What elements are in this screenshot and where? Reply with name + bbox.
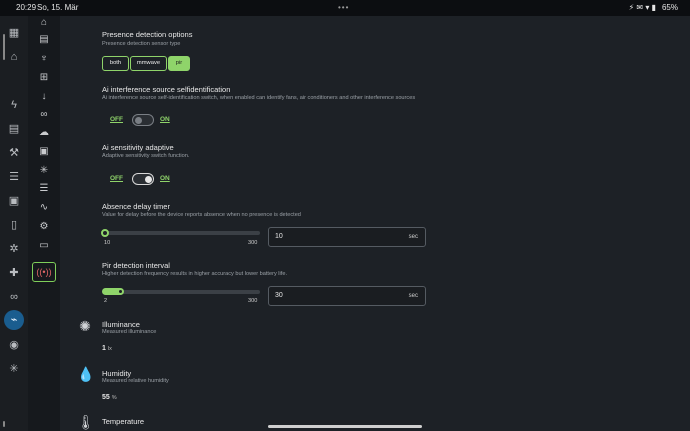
wave-icon[interactable]: ∿: [37, 201, 51, 215]
cogs-icon[interactable]: ⚙: [37, 220, 51, 234]
ai-sensitivity-off-label[interactable]: OFF: [110, 175, 123, 182]
pir-slider-track[interactable]: [104, 290, 260, 294]
thermometer-icon: 🌡: [77, 414, 95, 430]
app-rail: ▦ ⌂ ϟ ▤ ⚒ ☰ ▣ ▯ ✲ ✚ ∞ ⌁ ◉ ✳: [0, 16, 28, 431]
ai-selfid-on-label[interactable]: ON: [160, 116, 170, 123]
battery-level: 65%: [661, 3, 678, 12]
temperature-title: Temperature: [102, 417, 145, 426]
humidity-title: Humidity: [102, 369, 132, 378]
pir-value: 30: [275, 292, 283, 299]
plug-icon[interactable]: ♆: [37, 52, 51, 66]
rail-scroll-indicator: [3, 34, 5, 60]
device-home-icon[interactable]: ⌂: [37, 16, 51, 30]
ai-sensitivity-title: Ai sensitivity adaptive: [102, 143, 174, 152]
hub-icon[interactable]: ✲: [7, 242, 21, 256]
list-icon[interactable]: ☰: [37, 182, 51, 196]
toggle-knob: [135, 117, 142, 124]
pir-max: 300: [248, 298, 258, 304]
toggle-knob: [145, 176, 152, 183]
device-icon[interactable]: ▯: [7, 218, 21, 232]
panel-icon[interactable]: ▤: [37, 33, 51, 47]
ai-sensitivity-toggle[interactable]: [132, 173, 154, 185]
ai-selfid-toggle[interactable]: [132, 114, 154, 126]
network-icon[interactable]: ✳: [7, 362, 21, 376]
link-icon[interactable]: ∞: [37, 108, 51, 122]
status-dots: •••: [338, 3, 350, 12]
radio-tower-icon[interactable]: ((•)): [32, 262, 56, 282]
pir-input[interactable]: 30 sec: [268, 286, 426, 306]
status-bar: 20:29 So, 15. Mär ••• ⚡ ✉ ▾ ▮ 65%: [0, 0, 690, 16]
chart-icon[interactable]: ▤: [7, 122, 21, 136]
humidity-unit: %: [111, 395, 117, 401]
illuminance-desc: Measured illuminance: [102, 329, 157, 335]
humidity-reading: 55 %: [102, 394, 117, 401]
absence-min: 10: [104, 240, 111, 246]
presence-title: Presence detection options: [102, 30, 193, 39]
ai-selfid-off-label[interactable]: OFF: [110, 116, 123, 123]
home-gesture-bar[interactable]: [268, 425, 422, 428]
absence-input[interactable]: 10 sec: [268, 227, 426, 247]
pir-min: 2: [104, 298, 108, 304]
illuminance-value: 1: [102, 345, 106, 352]
system-icons: ⚡ ✉ ▾ ▮: [628, 3, 656, 12]
rail-bottom-indicator: [3, 421, 5, 427]
esphome-icon[interactable]: ⌁: [4, 310, 24, 330]
option-pir[interactable]: pir: [168, 56, 190, 71]
ai-selfid-title: Ai interference source selfidentificatio…: [102, 85, 231, 94]
home-icon[interactable]: ⌂: [7, 50, 21, 64]
wrench-icon[interactable]: ⚒: [7, 146, 21, 160]
status-indicators: ⚡ ✉ ▾ ▮ 65%: [629, 3, 678, 12]
sun-gear-icon: ✺: [79, 318, 91, 334]
humidity-desc: Measured relative humidity: [102, 378, 169, 384]
absence-unit: sec: [408, 234, 418, 240]
clock: 20:29: [16, 3, 37, 12]
date: So, 15. Mär: [37, 3, 79, 12]
illuminance-unit: lx: [107, 346, 112, 352]
link-icon[interactable]: ∞: [7, 290, 21, 304]
absence-desc: Value for delay before the device report…: [102, 212, 301, 218]
absence-value: 10: [275, 233, 283, 240]
humidity-value: 55: [102, 394, 110, 401]
puzzle-icon[interactable]: ✚: [7, 266, 21, 280]
list-icon[interactable]: ☰: [7, 170, 21, 184]
illuminance-reading: 1 lx: [102, 345, 112, 352]
pir-desc: Higher detection frequency results in hi…: [102, 271, 287, 277]
pir-title: Pir detection interval: [102, 261, 170, 270]
monitor-icon[interactable]: ▭: [37, 239, 51, 253]
pir-slider-thumb[interactable]: [116, 288, 124, 295]
ai-sensitivity-on-label[interactable]: ON: [160, 175, 170, 182]
grid-icon[interactable]: ⊞: [37, 71, 51, 85]
bolt-icon[interactable]: ϟ: [7, 98, 21, 112]
option-both[interactable]: both: [102, 56, 129, 71]
android-icon[interactable]: ▣: [37, 145, 51, 159]
option-mmwave[interactable]: mmwave: [130, 56, 167, 71]
device-sidenav: ⌂ ▤ ♆ ⊞ ↓ ∞ ☁ ▣ ✳ ☰ ∿ ⚙ ▭ ((•)): [28, 16, 60, 431]
cloud-icon[interactable]: ☁: [37, 126, 51, 140]
illuminance-title: Illuminance: [102, 320, 140, 329]
sparkle-icon[interactable]: ✳: [37, 164, 51, 178]
ai-sensitivity-desc: Adaptive sensitivity switch function.: [102, 153, 190, 159]
absence-slider-track[interactable]: [104, 231, 260, 235]
main-content: Presence detection options Presence dete…: [60, 16, 690, 431]
absence-title: Absence delay timer: [102, 202, 170, 211]
pir-unit: sec: [408, 293, 418, 299]
dashboard-icon[interactable]: ▦: [7, 26, 21, 40]
absence-slider-thumb[interactable]: [101, 229, 109, 237]
grid-icon[interactable]: ▣: [7, 194, 21, 208]
presence-desc: Presence detection sensor type: [102, 41, 181, 47]
compass-icon[interactable]: ◉: [7, 338, 21, 352]
ai-selfid-desc: Ai interference source self-identificati…: [102, 95, 416, 101]
absence-max: 300: [248, 240, 258, 246]
arrow-down-icon[interactable]: ↓: [37, 90, 51, 104]
water-drop-icon: 💧: [77, 366, 95, 382]
